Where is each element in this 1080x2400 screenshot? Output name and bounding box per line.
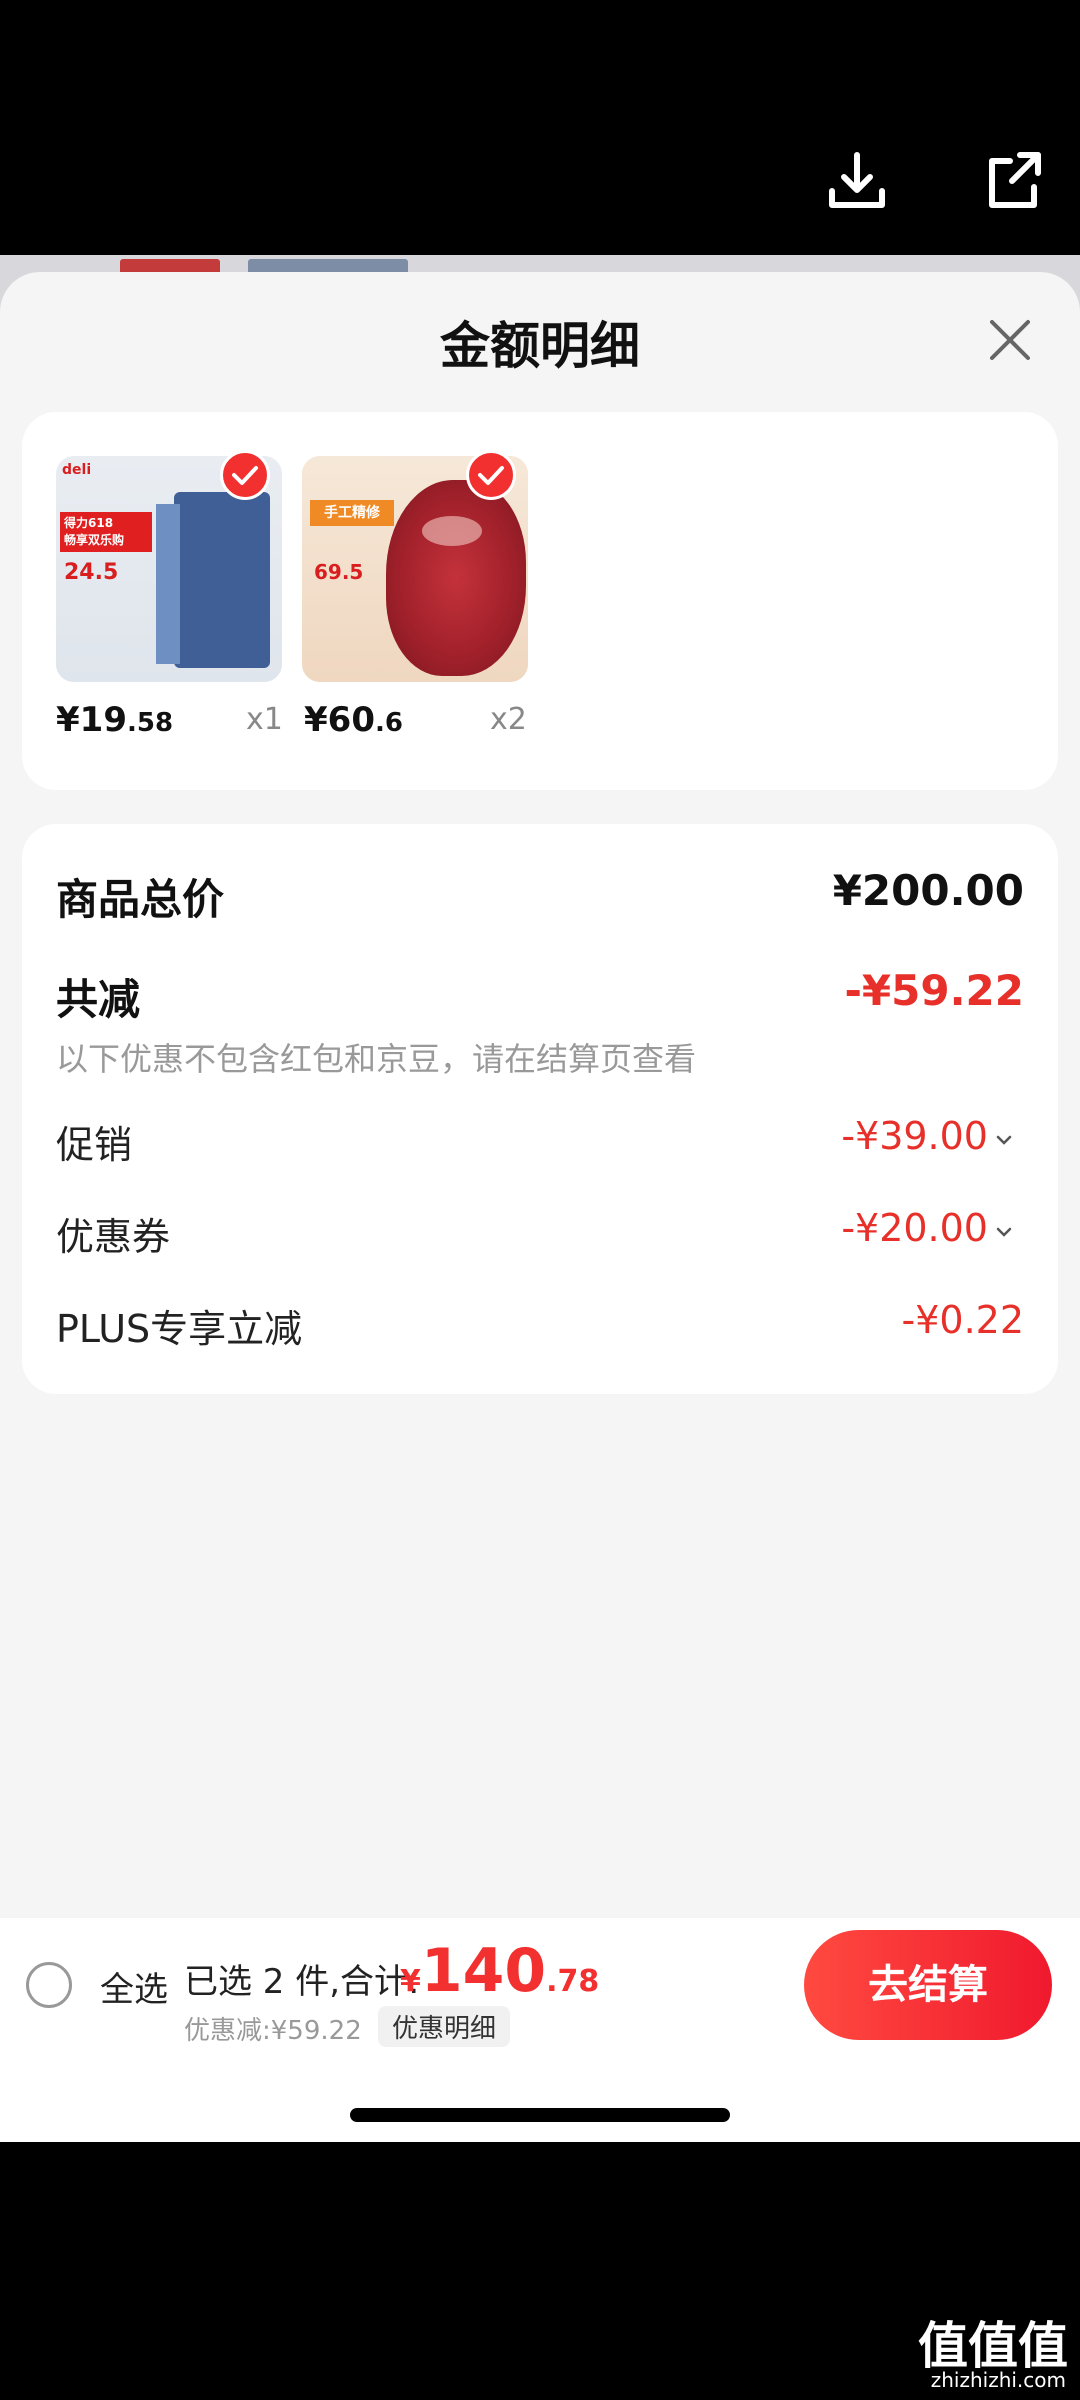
chevron-down-icon[interactable]	[992, 1220, 1016, 1244]
image-price: 24.5	[64, 560, 119, 585]
total-label: 商品总价	[56, 875, 225, 924]
home-indicator[interactable]	[350, 2108, 730, 2122]
close-icon[interactable]	[982, 312, 1038, 368]
selected-check-icon[interactable]	[220, 450, 270, 500]
watermark-url: zhizhizhi.com	[930, 2368, 1066, 2392]
coupon-value[interactable]: -¥20.00	[841, 1206, 988, 1250]
home-area	[0, 2054, 1080, 2142]
top-bar	[0, 0, 1080, 255]
share-icon[interactable]	[978, 147, 1048, 217]
selected-summary: 已选 2 件,合计:	[184, 1962, 420, 2002]
discount-detail-link[interactable]: 优惠明细	[378, 2006, 511, 2047]
product-price: ¥19.58	[56, 700, 174, 740]
promo-sub: 畅享双乐购	[64, 533, 125, 547]
checkout-button[interactable]: 去结算	[804, 1930, 1052, 2040]
saved-amount: 优惠减:¥59.22	[184, 2016, 362, 2046]
coupon-label: 优惠券	[56, 1215, 171, 1259]
checkout-bar: 全选 已选 2 件,合计: ¥140.78 优惠减:¥59.22 优惠明细 去结…	[0, 1918, 1080, 2054]
promotion-label: 促销	[56, 1123, 133, 1167]
image-tag: 手工精修	[310, 500, 394, 526]
total-value: ¥200.00	[832, 866, 1024, 915]
products-card: deli 得力618 畅享双乐购 24.5 ¥19.58 x1 手工精修 69.…	[22, 412, 1058, 790]
discount-note: 以下优惠不包含红包和京豆，请在结算页查看	[56, 1040, 697, 1078]
chevron-down-icon[interactable]	[992, 1128, 1016, 1152]
selected-check-icon[interactable]	[466, 450, 516, 500]
image-price: 69.5	[314, 560, 364, 584]
total-amount: ¥140.78	[400, 1936, 600, 2006]
select-all-label[interactable]: 全选	[100, 1962, 168, 2011]
promo-banner: 得力618	[64, 516, 114, 530]
product-price: ¥60.6	[304, 700, 403, 740]
download-icon[interactable]	[822, 147, 892, 217]
discount-label: 共减	[56, 975, 141, 1024]
discount-value: -¥59.22	[844, 966, 1024, 1015]
select-all-radio[interactable]	[26, 1962, 72, 2008]
promotion-value[interactable]: -¥39.00	[841, 1114, 988, 1158]
plus-discount-value: -¥0.22	[901, 1298, 1025, 1342]
plus-discount-label: PLUS专享立减	[56, 1307, 303, 1351]
product-quantity: x2	[490, 702, 527, 737]
price-summary-card: 商品总价 ¥200.00 共减 -¥59.22 以下优惠不包含红包和京豆，请在结…	[22, 824, 1058, 1394]
sheet-title: 金额明细	[440, 317, 640, 375]
amount-detail-sheet: 金额明细 deli 得力618 畅享双乐购 24.5 ¥19.58 x1 手工精…	[0, 272, 1080, 1918]
brand-label: deli	[62, 462, 92, 478]
product-quantity: x1	[246, 702, 283, 737]
